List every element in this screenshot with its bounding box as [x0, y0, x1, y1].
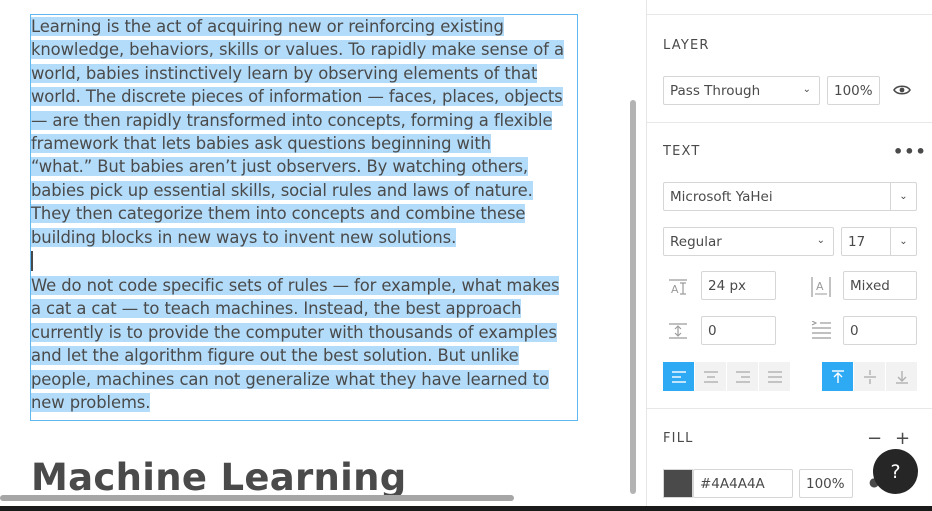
text-line: framework that lets babies ask questions… [31, 132, 577, 155]
fill-hex-value: #4A4A4A [700, 475, 765, 492]
selected-text: and let the algorithm figure out the bes… [31, 346, 519, 366]
more-dots-icon[interactable]: ••• [893, 142, 927, 161]
letter-spacing-icon: A [811, 277, 831, 297]
selected-text: people, machines can not generalize what… [31, 369, 549, 389]
selected-text: Learning is the act of acquiring new or … [31, 17, 504, 36]
text-line: new problems. [31, 391, 577, 414]
paragraph-spacing-input[interactable]: 0 [701, 316, 776, 345]
fill-color-swatch[interactable] [663, 469, 693, 498]
layer-opacity-value: 100% [834, 82, 873, 99]
align-bottom-icon[interactable] [886, 362, 918, 391]
selected-text: framework that lets babies ask questions… [31, 134, 491, 154]
align-left-icon[interactable] [663, 362, 695, 391]
text-layer-selected[interactable]: Learning is the act of acquiring new or … [30, 14, 578, 421]
selected-text: new problems. [31, 393, 151, 413]
heading-text-layer[interactable]: Machine Learning [31, 456, 407, 499]
font-family-value: Microsoft YaHei [670, 188, 773, 205]
text-line: We do not code specific sets of rules — … [31, 274, 577, 297]
selected-text: We do not code specific sets of rules — … [31, 276, 560, 296]
blend-mode-value: Pass Through [670, 82, 761, 99]
design-canvas[interactable]: Learning is the act of acquiring new or … [0, 0, 646, 511]
selected-text: They then categorize them into concepts … [31, 204, 526, 224]
line-height-input[interactable]: 24 px [701, 271, 776, 300]
vertical-scrollbar[interactable] [630, 100, 636, 494]
indent-input[interactable]: 0 [843, 316, 917, 345]
font-weight-value: Regular [670, 233, 722, 250]
indent-value: 0 [850, 322, 859, 339]
selected-text: currently is to provide the computer wit… [31, 322, 557, 342]
font-family-select[interactable]: Microsoft YaHei ⌄ [663, 182, 917, 211]
text-line: and let the algorithm figure out the bes… [31, 344, 577, 367]
selected-text: babies pick up essential skills, social … [31, 180, 533, 200]
blend-mode-select[interactable]: Pass Through ⌄ [663, 76, 820, 105]
chevron-down-icon: ⌄ [816, 235, 825, 246]
fill-section-title: FILL [663, 431, 694, 446]
add-fill-icon[interactable]: + [895, 428, 910, 449]
text-line: world. The discrete pieces of informatio… [31, 85, 577, 108]
fill-opacity-input[interactable]: 100% [799, 469, 853, 498]
selected-text: “what.” But babies aren’t just observers… [31, 157, 529, 177]
paragraph-spacing-value: 0 [708, 322, 717, 339]
remove-fill-icon[interactable]: − [867, 428, 882, 449]
line-height-value: 24 px [708, 277, 747, 294]
paragraph-spacing-icon [669, 323, 687, 339]
selected-text: a cat a cat — to teach machines. Instead… [31, 299, 522, 319]
selected-text: building blocks in new ways to invent ne… [31, 227, 457, 247]
fill-hex-input[interactable]: #4A4A4A [693, 469, 793, 498]
divider [647, 14, 932, 15]
horizontal-align-group [663, 362, 791, 391]
chevron-down-icon: ⌄ [890, 228, 916, 255]
text-line: knowledge, behaviors, skills or values. … [31, 38, 577, 61]
indent-icon [811, 321, 831, 339]
fill-opacity-value: 100% [806, 475, 845, 492]
svg-text:A: A [671, 283, 679, 296]
letter-spacing-input[interactable]: Mixed [843, 271, 917, 300]
selected-text: world. The discrete pieces of informatio… [31, 87, 563, 107]
text-line: people, machines can not generalize what… [31, 368, 577, 391]
svg-text:A: A [816, 280, 824, 293]
horizontal-scrollbar[interactable] [0, 495, 514, 501]
text-caret [31, 249, 577, 274]
line-height-icon: A [669, 279, 687, 296]
text-line: “what.” But babies aren’t just observers… [31, 155, 577, 178]
selected-text: knowledge, behaviors, skills or values. … [31, 40, 564, 60]
divider [647, 122, 932, 123]
selected-text: — are then rapidly transformed into conc… [31, 110, 553, 130]
chevron-down-icon: ⌄ [890, 183, 916, 210]
text-line: world, babies instinctively learn by obs… [31, 62, 577, 85]
window-bottom-edge [0, 506, 932, 511]
eye-icon[interactable] [893, 83, 911, 97]
text-line: building blocks in new ways to invent ne… [31, 226, 577, 249]
divider [647, 408, 932, 409]
text-line: babies pick up essential skills, social … [31, 179, 577, 202]
layer-opacity-input[interactable]: 100% [827, 76, 880, 105]
letter-spacing-value: Mixed [850, 277, 890, 294]
help-button[interactable]: ? [873, 449, 918, 494]
align-top-icon[interactable] [822, 362, 854, 391]
text-line: — are then rapidly transformed into conc… [31, 109, 577, 132]
paragraph-1: Learning is the act of acquiring new or … [31, 15, 577, 249]
align-center-icon[interactable] [695, 362, 727, 391]
selected-text: world, babies instinctively learn by obs… [31, 63, 538, 83]
align-right-icon[interactable] [727, 362, 759, 391]
font-size-value: 17 [848, 233, 866, 250]
vertical-align-group [822, 362, 918, 391]
text-line: a cat a cat — to teach machines. Instead… [31, 297, 577, 320]
text-line: They then categorize them into concepts … [31, 202, 577, 225]
layer-section-title: LAYER [663, 38, 710, 53]
text-line: Learning is the act of acquiring new or … [31, 15, 577, 38]
help-label: ? [890, 460, 901, 483]
align-justify-icon[interactable] [759, 362, 791, 391]
align-middle-icon[interactable] [854, 362, 886, 391]
inspector-panel: LAYER Pass Through ⌄ 100% TEXT ••• Micro… [646, 0, 932, 511]
text-section-title: TEXT [663, 144, 701, 159]
text-line: currently is to provide the computer wit… [31, 321, 577, 344]
chevron-down-icon: ⌄ [802, 84, 811, 95]
font-weight-select[interactable]: Regular ⌄ [663, 227, 834, 256]
font-size-select[interactable]: 17 ⌄ [841, 227, 917, 256]
paragraph-2: We do not code specific sets of rules — … [31, 274, 577, 414]
